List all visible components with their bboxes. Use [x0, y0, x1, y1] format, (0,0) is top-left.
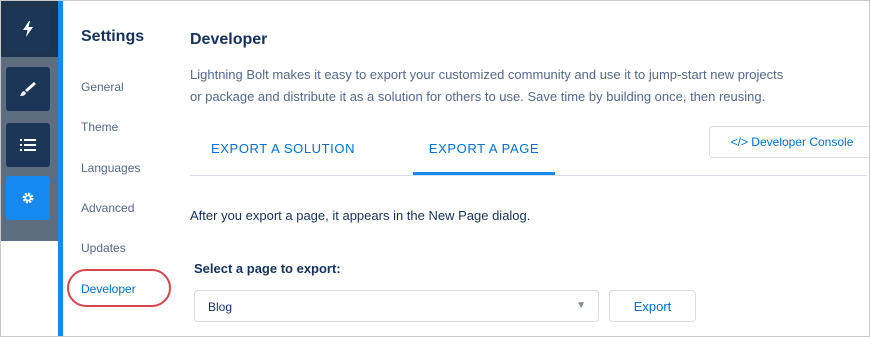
- page-description: Lightning Bolt makes it easy to export y…: [190, 64, 869, 108]
- settings-item-advanced[interactable]: Advanced: [81, 201, 134, 215]
- brush-icon: [20, 82, 36, 96]
- settings-item-languages[interactable]: Languages: [81, 161, 140, 175]
- export-info-text: After you export a page, it appears in t…: [190, 208, 531, 223]
- tab-export-page[interactable]: EXPORT A PAGE: [413, 141, 555, 156]
- select-page-label: Select a page to export:: [194, 261, 341, 276]
- description-line-1: Lightning Bolt makes it easy to export y…: [190, 67, 784, 82]
- export-button[interactable]: Export: [609, 290, 696, 322]
- list-icon: [20, 139, 36, 151]
- theme-button[interactable]: [6, 67, 50, 111]
- settings-button[interactable]: [6, 176, 50, 220]
- settings-item-general[interactable]: General: [81, 80, 124, 94]
- app-window: Settings General Theme Languages Advance…: [0, 0, 870, 337]
- developer-console-button[interactable]: </> Developer Console: [709, 126, 869, 158]
- lightning-bolt-icon: [23, 21, 33, 37]
- settings-title: Settings: [81, 28, 145, 45]
- main-content: Developer Lightning Bolt makes it easy t…: [173, 1, 869, 336]
- tab-export-solution[interactable]: EXPORT A SOLUTION: [211, 141, 355, 156]
- pages-button[interactable]: [6, 123, 50, 167]
- page-select[interactable]: Blog ▼: [194, 290, 599, 322]
- gear-icon: [22, 192, 34, 204]
- settings-nav: Settings General Theme Languages Advance…: [63, 1, 171, 336]
- highlight-ring: [67, 269, 171, 307]
- icon-rail: [1, 1, 63, 336]
- active-tab-indicator: [413, 172, 555, 175]
- page-select-value: Blog: [208, 300, 233, 314]
- lightning-bolt-button[interactable]: [6, 7, 50, 51]
- page-title: Developer: [190, 31, 268, 48]
- description-line-2: or package and distribute it as a soluti…: [190, 89, 766, 104]
- chevron-down-icon: ▼: [576, 300, 586, 311]
- settings-item-theme[interactable]: Theme: [81, 120, 118, 134]
- settings-item-updates[interactable]: Updates: [81, 241, 126, 255]
